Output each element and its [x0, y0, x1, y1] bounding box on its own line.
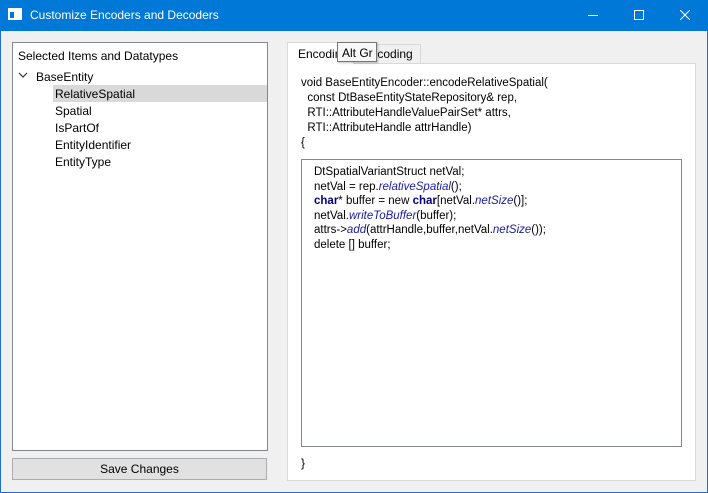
signature-line: {	[301, 137, 305, 149]
code-line: DtSpatialVariantStruct netVal;	[314, 166, 465, 178]
title-bar: Customize Encoders and Decoders	[0, 0, 708, 31]
maximize-button[interactable]	[616, 0, 662, 31]
close-button[interactable]	[662, 0, 708, 31]
code-line: char* buffer = new char[netVal.netSize()…	[314, 195, 528, 207]
maximize-icon	[634, 10, 644, 20]
minimize-icon	[588, 15, 598, 16]
tree-root-label: BaseEntity	[36, 70, 94, 84]
datatype-tree[interactable]: Selected Items and Datatypes BaseEntity …	[12, 42, 268, 451]
app-icon	[8, 8, 22, 20]
code-line: netVal = rep.relativeSpatial();	[314, 180, 462, 193]
close-icon	[680, 10, 690, 20]
tree-item-entityidentifier[interactable]: EntityIdentifier	[53, 136, 267, 153]
signature-line: RTI::AttributeHandle attrHandle)	[301, 122, 472, 134]
tree-item-ispartof[interactable]: IsPartOf	[53, 119, 267, 136]
code-line: netVal.writeToBuffer(buffer);	[314, 209, 457, 222]
code-body: DtSpatialVariantStruct netVal; netVal = …	[314, 165, 546, 252]
signature-line: void BaseEntityEncoder::encodeRelativeSp…	[301, 77, 548, 89]
closing-brace: }	[301, 456, 306, 470]
tree-item-spatial[interactable]: Spatial	[53, 102, 267, 119]
signature-line: const DtBaseEntityStateRepository& rep,	[301, 92, 518, 104]
minimize-button[interactable]	[570, 0, 616, 31]
code-line: attrs->add(attrHandle,buffer,netVal.netS…	[314, 224, 546, 236]
encoding-tab-page: void BaseEntityEncoder::encodeRelativeSp…	[287, 63, 696, 481]
signature-line: RTI::AttributeHandleValuePairSet* attrs,	[301, 107, 511, 119]
tree-header: Selected Items and Datatypes	[18, 49, 179, 63]
code-line: delete [] buffer;	[314, 238, 391, 251]
tooltip: Alt Gr	[337, 42, 377, 62]
function-signature: void BaseEntityEncoder::encodeRelativeSp…	[301, 76, 548, 151]
tree-item-baseentity[interactable]: BaseEntity	[16, 68, 266, 85]
tree-item-entitytype[interactable]: EntityType	[53, 153, 267, 170]
code-editor[interactable]: DtSpatialVariantStruct netVal; netVal = …	[301, 159, 682, 447]
window-title: Customize Encoders and Decoders	[30, 8, 219, 22]
chevron-down-icon[interactable]	[18, 70, 28, 80]
tree-item-relativespatial[interactable]: RelativeSpatial	[53, 85, 267, 102]
dialog-body: Selected Items and Datatypes BaseEntity …	[1, 31, 707, 492]
save-changes-button[interactable]: Save Changes	[12, 458, 267, 480]
